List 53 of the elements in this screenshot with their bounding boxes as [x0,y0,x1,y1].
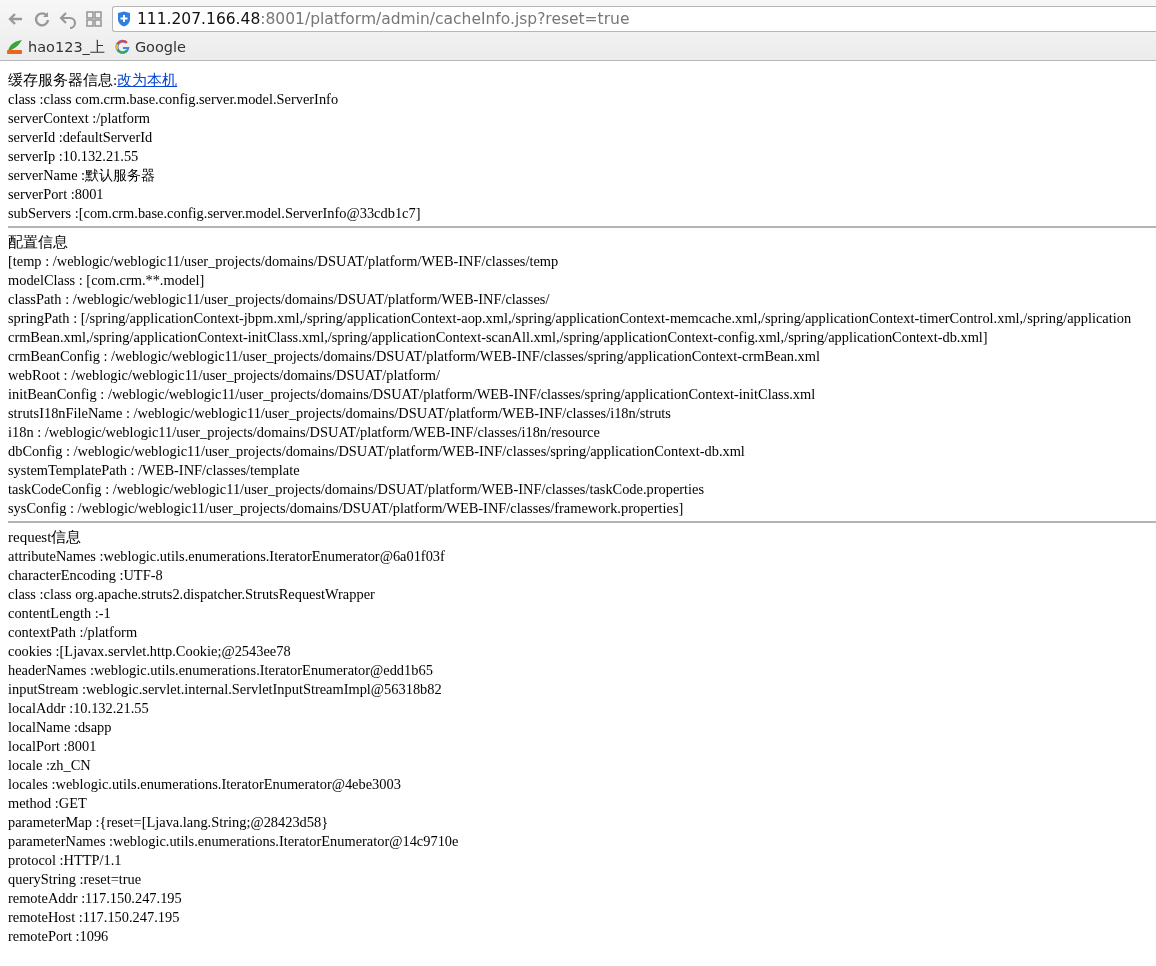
info-line: protocol :HTTP/1.1 [8,851,122,870]
info-line: contentLength :-1 [8,604,111,623]
info-line: headerNames :weblogic.utils.enumerations.IteratorEnumerator@edd1b65 [8,661,433,680]
leaf-icon [6,39,24,55]
info-line: remotePort :1096 [8,927,109,946]
bookmark[interactable]: Google [114,39,186,55]
section-heading: request信息 [8,528,82,547]
address-bar[interactable]: 111.207.166.48:8001/platform/admin/cacheInfo.jsp?reset=true [112,5,1156,32]
info-line: contextPath :/platform [8,623,138,642]
info-line: crmBean.xml,/spring/applicationContext-initClass.xml,/spring/applicationContext-scanAll.xml,/spring/applicationContext-config.xml,/spring/applicationContext-db.xml] [8,328,988,347]
info-line: attributeNames :weblogic.utils.enumerations.IteratorEnumerator@6a01f03f [8,547,445,566]
info-line: characterEncoding :UTF-8 [8,566,163,585]
google-g-icon [114,39,131,55]
info-line: subServers :[com.crm.base.config.server.model.ServerInfo@33cdb1c7] [8,204,421,223]
info-line: classPath : /weblogic/weblogic11/user_projects/domains/DSUAT/platform/WEB-INF/classes/ [8,290,550,309]
info-line: serverIp :10.132.21.55 [8,147,139,166]
info-line: localPort :8001 [8,737,97,756]
link[interactable]: 改为本机 [117,72,178,88]
info-line: remoteAddr :117.150.247.195 [8,889,182,908]
info-line: locale :zh_CN [8,756,91,775]
info-line: class :class org.apache.struts2.dispatcher.StrutsRequestWrapper [8,585,375,604]
info-line: parameterMap :{reset=[Ljava.lang.String;@28423d58} [8,813,329,832]
info-line: [temp : /weblogic/weblogic11/user_projects/domains/DSUAT/platform/WEB-INF/classes/temp [8,252,559,271]
info-line: serverContext :/platform [8,109,150,128]
grid-icon[interactable] [84,8,104,29]
info-line: locales :weblogic.utils.enumerations.IteratorEnumerator@4ebe3003 [8,775,401,794]
bookmark[interactable]: hao123_上 [6,37,105,57]
info-line: method :GET [8,794,87,813]
info-line: inputStream :weblogic.servlet.internal.ServletInputStreamImpl@56318b82 [8,680,442,699]
info-line: webRoot : /weblogic/weblogic11/user_projects/domains/DSUAT/platform/ [8,366,440,385]
info-line: class :class com.crm.base.config.server.model.ServerInfo [8,90,339,109]
info-line: parameterNames :weblogic.utils.enumerations.IteratorEnumerator@14c9710e [8,832,459,851]
info-line: springPath : [/spring/applicationContext-jbpm.xml,/spring/applicationContext-aop.xml,/spring/applicationContext-memcache.xml,/spring/applicationContext-timerControl.xml,/spring/application [8,309,1132,328]
info-line: remoteHost :117.150.247.195 [8,908,180,927]
info-line: dbConfig : /weblogic/weblogic11/user_projects/domains/DSUAT/platform/WEB-INF/classes/spring/applicationContext-db.xml [8,442,745,461]
info-line: cookies :[Ljavax.servlet.http.Cookie;@2543ee78 [8,642,291,661]
section-heading: 缓存服务器信息:改为本机 [8,71,178,90]
info-line: strutsI18nFileName : /weblogic/weblogic11/user_projects/domains/DSUAT/platform/WEB-INF/classes/i18n/struts [8,404,671,423]
info-line: i18n : /weblogic/weblogic11/user_projects/domains/DSUAT/platform/WEB-INF/classes/i18n/resource [8,423,600,442]
info-line: systemTemplatePath : /WEB-INF/classes/template [8,461,300,480]
info-line: sysConfig : /weblogic/weblogic11/user_projects/domains/DSUAT/platform/WEB-INF/classes/framework.properties] [8,499,684,518]
info-line: initBeanConfig : /weblogic/weblogic11/user_projects/domains/DSUAT/platform/WEB-INF/classes/spring/applicationContext-initClass.xml [8,385,816,404]
info-line: serverPort :8001 [8,185,104,204]
info-line: queryString :reset=true [8,870,142,889]
info-line: taskCodeConfig : /weblogic/weblogic11/user_projects/domains/DSUAT/platform/WEB-INF/classes/taskCode.properties [8,480,705,499]
info-line: localAddr :10.132.21.55 [8,699,149,718]
shield-icon [117,10,131,27]
info-line: serverId :defaultServerId [8,128,153,147]
info-line: localName :dsapp [8,718,112,737]
info-line: crmBeanConfig : /weblogic/weblogic11/user_projects/domains/DSUAT/platform/WEB-INF/classes/spring/applicationContext-crmBean.xml [8,347,820,366]
info-line: serverName :默认服务器 [8,166,156,185]
info-line: modelClass : [com.crm.**.model] [8,271,205,290]
section-heading: 配置信息 [8,233,68,252]
